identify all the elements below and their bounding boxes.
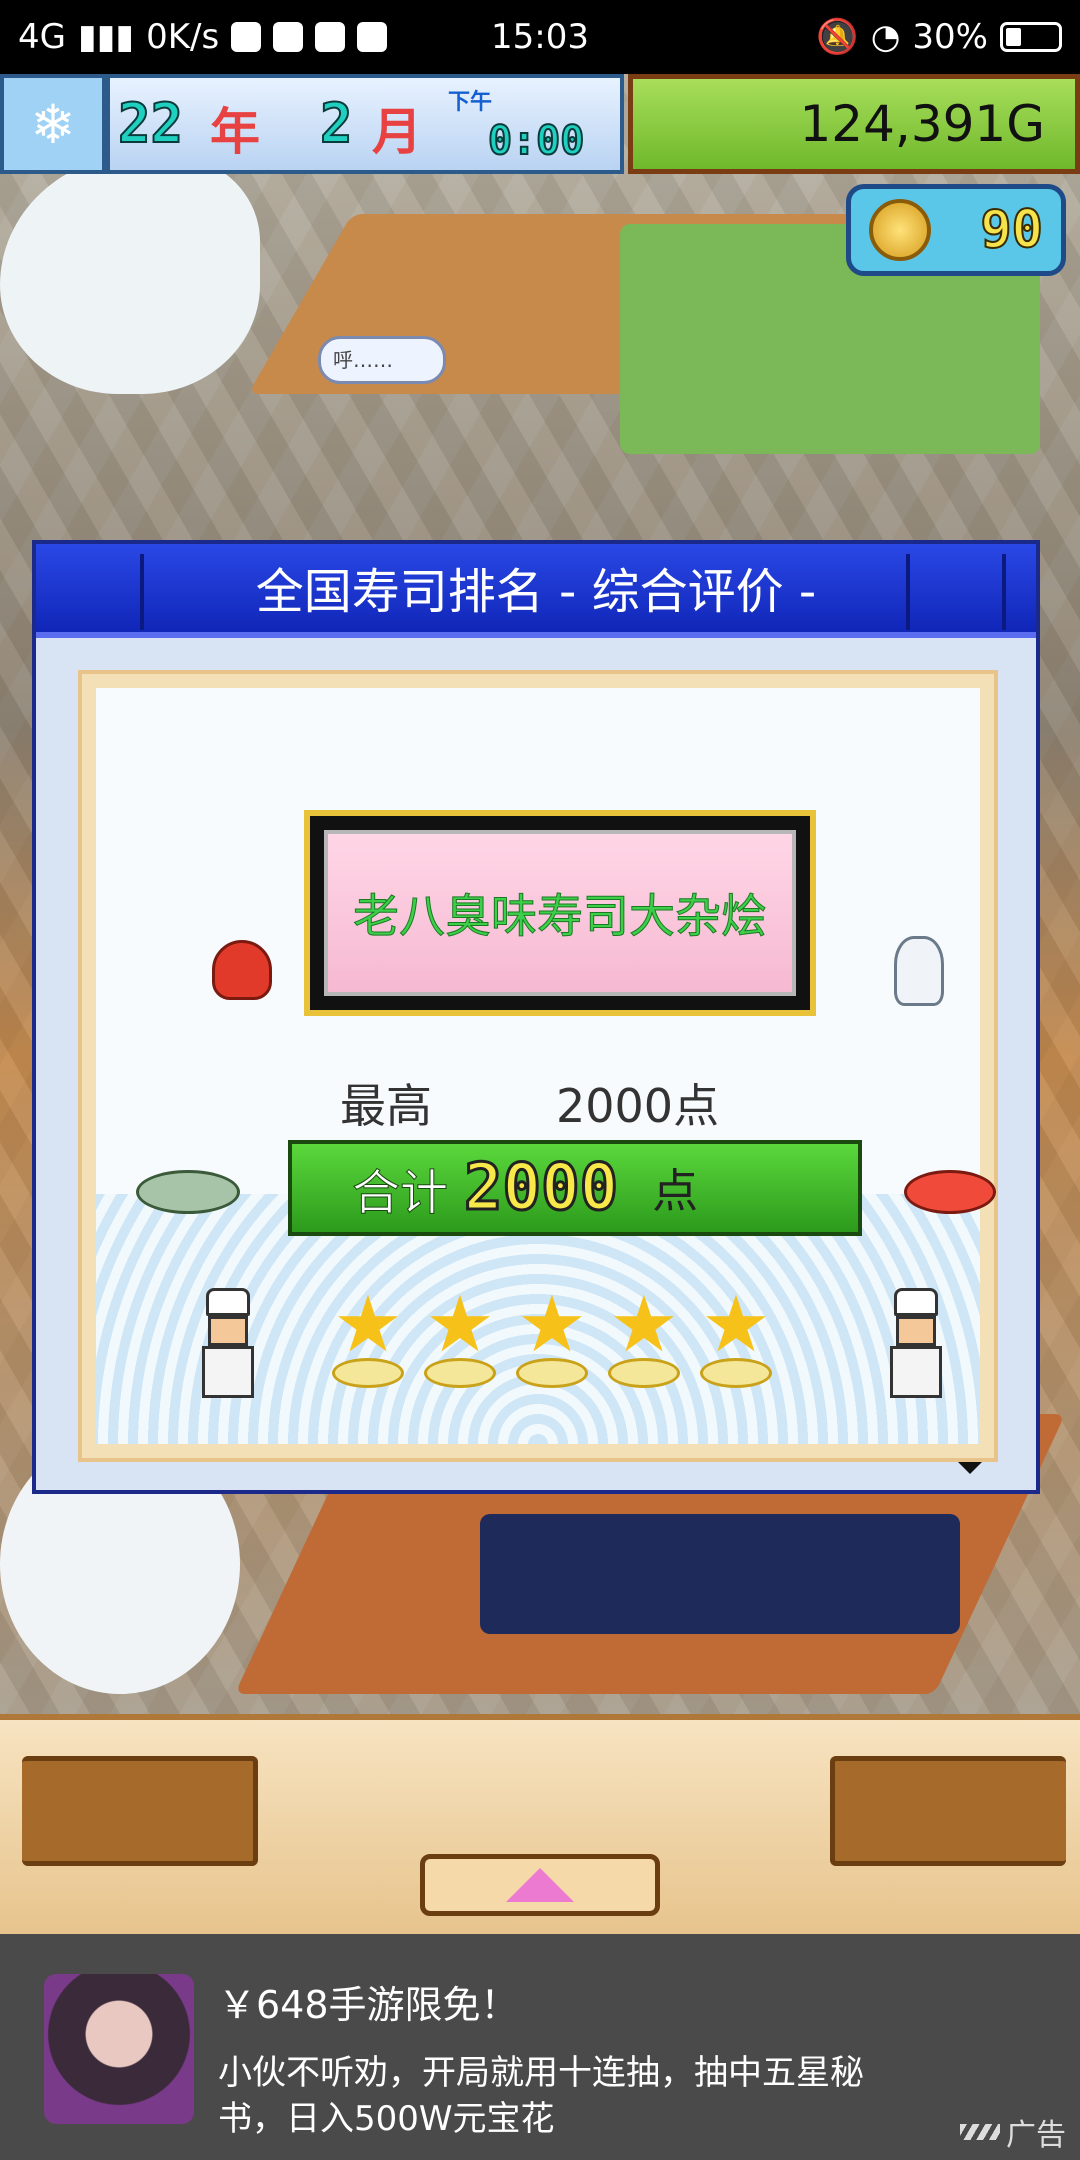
- game-scene[interactable]: ❄ 22 年 2 月 下午 0:00 124,391G 90 呼…… 全国寿司排…: [0, 74, 1080, 1714]
- star-icon: ★: [604, 1280, 684, 1388]
- chef-sprite: [884, 1288, 948, 1408]
- ad-thumbnail[interactable]: [44, 1974, 194, 2124]
- wechat-icon: [231, 22, 262, 52]
- header-divider: [140, 554, 144, 630]
- best-score-value: 2000点: [556, 1079, 720, 1133]
- right-panel-button[interactable]: [830, 1756, 1066, 1866]
- star-icon: ★: [420, 1280, 500, 1388]
- best-score-label: 最高: [340, 1079, 432, 1133]
- battery-icon: [1000, 22, 1062, 52]
- gold-coin-icon: [869, 199, 931, 261]
- total-score-unit: 点: [652, 1164, 699, 1218]
- coin-value: 90: [979, 199, 1044, 261]
- bottom-control-panel: [0, 1714, 1080, 1934]
- octopus-icon: [212, 940, 272, 1000]
- continue-arrow-icon[interactable]: [958, 1462, 982, 1474]
- shop-name: 老八臭味寿司大杂烩: [324, 830, 796, 996]
- header-divider: [906, 554, 910, 630]
- ad-description[interactable]: 小伙不听劝，开局就用十连抽，抽中五星秘书，日入500W元宝花: [218, 2050, 918, 2142]
- ad-banner[interactable]: ￥648手游限免！ 小伙不听劝，开局就用十连抽，抽中五星秘书，日入500W元宝花…: [0, 1934, 1080, 2160]
- result-panel: 老八臭味寿司大杂烩 最高 2000点 合计 2000 点 ★ ★ ★ ★ ★: [78, 670, 998, 1462]
- shop-name-plate: 老八臭味寿司大杂烩: [304, 810, 816, 1016]
- network-indicator: 4G: [18, 17, 66, 57]
- star-icon: ★: [696, 1280, 776, 1388]
- total-score-value: 2000: [463, 1150, 620, 1227]
- shop-front: [480, 1514, 960, 1634]
- date-month: 2: [319, 91, 353, 156]
- customer-speech-bubble: 呼……: [318, 336, 446, 384]
- sea-bream-icon: [904, 1170, 996, 1214]
- battery-percent: 30%: [912, 17, 988, 57]
- up-arrow-icon: [506, 1868, 574, 1902]
- date-year: 22: [117, 91, 184, 156]
- net-speed: 0K/s: [146, 17, 220, 57]
- expand-menu-button[interactable]: [420, 1854, 660, 1916]
- game-app-icon: [357, 22, 388, 52]
- snow-tree: [0, 154, 260, 394]
- ranking-dialog[interactable]: 全国寿司排名 - 综合评价 - 老八臭味寿司大杂烩 最高 2000点 合计 20…: [32, 540, 1040, 1494]
- date-ampm: 下午: [448, 90, 493, 115]
- total-score-bar: 合计 2000 点: [288, 1140, 862, 1236]
- coin-counter[interactable]: 90: [846, 184, 1066, 276]
- mute-icon: 🔕: [816, 17, 859, 57]
- ad-title[interactable]: ￥648手游限免！: [218, 1974, 519, 2029]
- ad-tag-text: 广告: [1006, 2118, 1066, 2153]
- header-divider: [1002, 554, 1006, 630]
- star-icon: ★: [512, 1280, 592, 1388]
- date-month-unit: 月: [372, 103, 422, 161]
- ad-label: 广告: [960, 2110, 1066, 2154]
- date-time: 0:00: [487, 117, 585, 165]
- season-snow-icon: ❄: [0, 74, 106, 174]
- ad-network-logo-icon: [960, 2124, 1000, 2140]
- left-panel-button[interactable]: [22, 1756, 258, 1866]
- date-year-unit: 年: [210, 103, 260, 161]
- money-display: 124,391G: [628, 74, 1080, 174]
- fan-app-icon: [273, 22, 304, 52]
- total-score-label: 合计: [351, 1165, 449, 1222]
- date-panel: 22 年 2 月 下午 0:00: [106, 74, 624, 174]
- status-bar: 4G ▮▮▮ 0K/s 15:03 🔕 ◔ 30%: [0, 0, 1080, 74]
- mail-app-icon: [315, 22, 346, 52]
- star-rating: ★ ★ ★ ★ ★: [328, 1280, 776, 1388]
- wifi-icon: ◔: [870, 17, 901, 57]
- star-icon: ★: [328, 1280, 408, 1388]
- dialog-title: 全国寿司排名 - 综合评价 -: [36, 544, 1036, 638]
- signal-icon: ▮▮▮: [77, 17, 135, 57]
- squid-icon: [894, 936, 944, 1006]
- mackerel-icon: [136, 1170, 240, 1214]
- chef-sprite: [196, 1288, 260, 1408]
